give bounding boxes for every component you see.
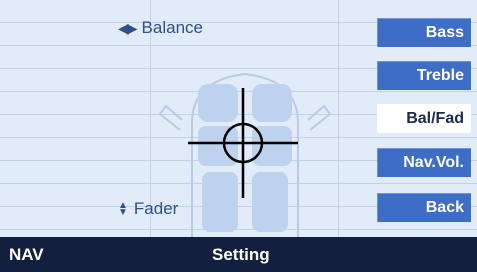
left-right-arrows-icon: ◀▶ bbox=[118, 19, 137, 36]
status-bar: NAV Setting bbox=[0, 237, 477, 272]
balance-label: ◀▶ Balance bbox=[118, 18, 203, 38]
bal-fad-button[interactable]: Bal/Fad bbox=[377, 104, 471, 133]
bass-button-label: Bass bbox=[425, 24, 464, 41]
back-button-label: Back bbox=[425, 199, 464, 216]
treble-button-label: Treble bbox=[416, 67, 464, 84]
up-down-arrows-icon: ▲ ▼ bbox=[118, 200, 128, 218]
nav-vol-button[interactable]: Nav.Vol. bbox=[377, 148, 471, 177]
balance-text: Balance bbox=[141, 18, 203, 37]
bal-fad-button-label: Bal/Fad bbox=[406, 109, 464, 127]
audio-balance-stage: ◀▶ Balance ▲ ▼ Fader Bass Treble Bal/Fad … bbox=[0, 0, 477, 237]
status-title: Setting bbox=[212, 245, 270, 264]
bass-button[interactable]: Bass bbox=[377, 18, 471, 47]
nav-vol-button-label: Nav.Vol. bbox=[403, 154, 464, 171]
fader-label: ▲ ▼ Fader bbox=[118, 199, 178, 219]
crosshair-icon[interactable] bbox=[188, 88, 298, 198]
nav-status[interactable]: NAV bbox=[9, 245, 44, 265]
back-button[interactable]: Back bbox=[377, 193, 471, 222]
fader-text: Fader bbox=[133, 199, 179, 218]
treble-button[interactable]: Treble bbox=[377, 61, 471, 90]
